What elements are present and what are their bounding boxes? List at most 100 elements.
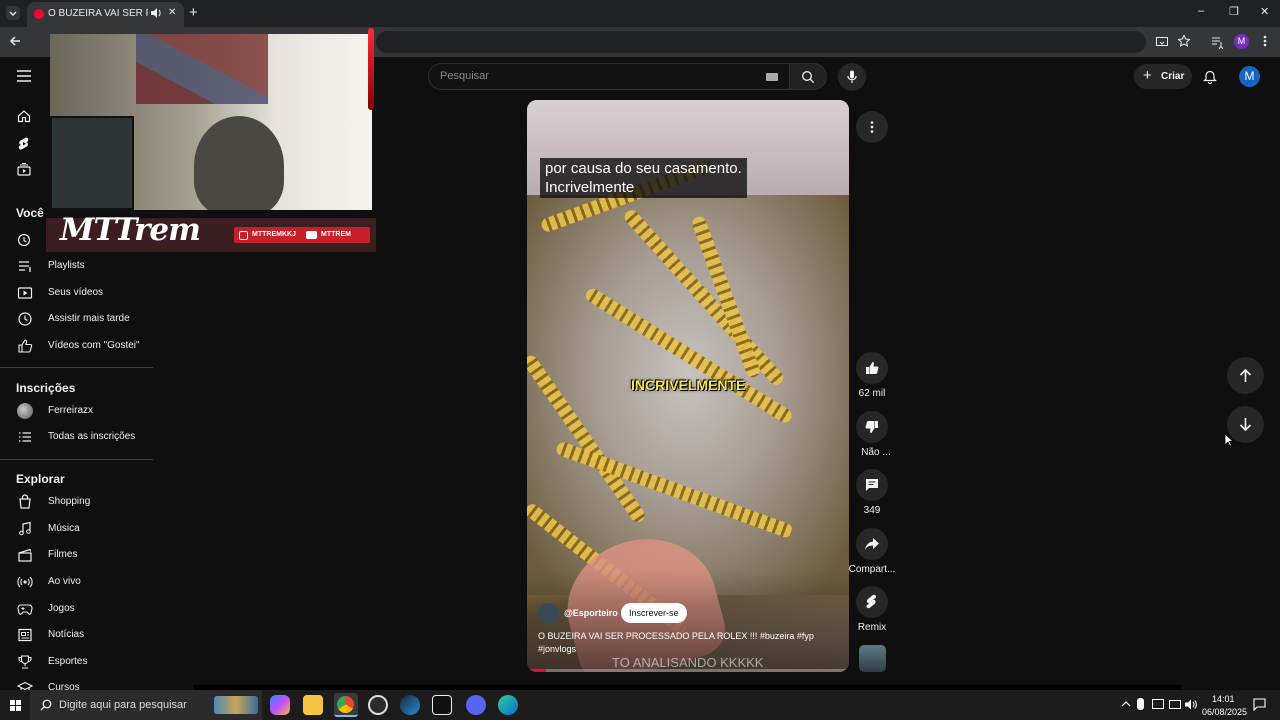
media-control-icon[interactable] — [1210, 35, 1224, 49]
thumbs-up-icon — [18, 339, 33, 353]
taskbar-time[interactable]: 14:01 — [1212, 694, 1235, 704]
subscribe-button[interactable]: Inscrever-se — [621, 603, 687, 623]
taskbar-search-box[interactable]: Digite aqui para pesquisar — [30, 690, 262, 720]
address-bar[interactable] — [376, 31, 1146, 53]
sidebar-shorts-icon[interactable] — [17, 136, 31, 151]
sidebar-subscriptions-icon[interactable] — [17, 163, 31, 176]
sidebar-item-liked-videos[interactable]: Vídeos com "Gostei" — [0, 333, 153, 359]
live-icon — [17, 576, 33, 588]
steam-icon[interactable] — [400, 695, 420, 715]
sidebar-item-label: Ferreirazx — [48, 405, 94, 416]
chrome-icon[interactable] — [334, 693, 358, 717]
copilot-icon[interactable] — [270, 695, 290, 715]
new-tab-button[interactable]: + — [189, 4, 198, 21]
dislike-button[interactable] — [856, 411, 888, 443]
tray-network-icon[interactable] — [1152, 699, 1164, 709]
history-icon[interactable] — [17, 233, 31, 247]
cast-icon[interactable] — [1155, 35, 1169, 49]
trophy-icon — [18, 655, 32, 669]
tab-close-icon[interactable]: ✕ — [168, 7, 176, 18]
comments-button[interactable] — [856, 469, 888, 501]
profile-avatar[interactable]: M — [1234, 34, 1249, 49]
shorts-video-player[interactable]: por causa do seu casamento. Incrivelment… — [527, 100, 849, 672]
like-button[interactable] — [856, 352, 888, 384]
close-window-button[interactable]: ✕ — [1260, 5, 1269, 18]
video-progress-track[interactable] — [527, 669, 849, 672]
windows-start-icon[interactable] — [10, 700, 21, 711]
sidebar-item-live[interactable]: Ao vivo — [0, 569, 153, 595]
back-arrow-icon[interactable] — [8, 34, 22, 48]
search-highlight-icon — [214, 696, 258, 714]
music-icon — [19, 521, 31, 536]
hamburger-menu-icon[interactable] — [17, 70, 31, 82]
sidebar-item-your-videos[interactable]: Seus vídeos — [0, 280, 153, 306]
sidebar-item-playlists[interactable]: Playlists — [0, 253, 153, 279]
channel-avatar[interactable] — [538, 603, 559, 624]
browser-tab-bar: O BUZEIRA VAI SER PROCE ✕ + – ❐ ✕ — [0, 0, 1280, 27]
overlay-handles: MTTREMKKJ MTTREM — [234, 227, 370, 243]
share-label: Compart... — [848, 564, 896, 575]
share-button[interactable] — [856, 528, 888, 560]
sidebar-item-label: Seus vídeos — [48, 287, 104, 298]
sidebar-item-music[interactable]: Música — [0, 516, 153, 542]
thumbs-down-icon — [865, 421, 878, 433]
sidebar-item-games[interactable]: Jogos — [0, 596, 153, 622]
arrow-up-icon — [1239, 368, 1252, 382]
sidebar-item-news[interactable]: Notícias — [0, 622, 153, 648]
youtube-favicon — [34, 9, 44, 19]
voice-search-button[interactable] — [838, 63, 866, 91]
remix-button[interactable] — [856, 586, 888, 618]
channel-name[interactable]: @Esporteiro — [564, 608, 618, 618]
sidebar-item-all-subscriptions[interactable]: Todas as inscrições — [0, 424, 153, 450]
file-explorer-icon[interactable] — [303, 695, 323, 715]
channel-avatar — [17, 403, 33, 419]
share-icon — [865, 538, 879, 550]
tab-search-button[interactable] — [6, 6, 20, 20]
handle-youtube: MTTREM — [321, 231, 351, 238]
browser-tab[interactable]: O BUZEIRA VAI SER PROCE ✕ — [27, 2, 184, 27]
audio-playing-icon[interactable] — [150, 6, 162, 20]
tray-volume-icon[interactable] — [1184, 698, 1197, 711]
edge-icon[interactable] — [498, 695, 518, 715]
arrow-down-icon — [1239, 418, 1252, 432]
minimize-button[interactable]: – — [1198, 5, 1204, 17]
obs-icon[interactable] — [368, 695, 388, 715]
capcut-icon[interactable] — [432, 695, 452, 715]
sidebar-item-ferreirazx[interactable]: Ferreirazx — [0, 398, 153, 424]
browser-menu-icon[interactable] — [1262, 34, 1268, 48]
tray-battery-icon[interactable] — [1169, 700, 1181, 709]
discord-icon[interactable] — [466, 695, 486, 715]
search-placeholder: Pesquisar — [440, 70, 489, 82]
maximize-button[interactable]: ❐ — [1229, 5, 1239, 18]
search-icon — [40, 699, 52, 711]
more-options-button[interactable] — [856, 111, 888, 143]
bookmark-star-icon[interactable] — [1177, 34, 1191, 48]
tray-chevron-icon[interactable] — [1121, 699, 1131, 709]
search-input[interactable]: Pesquisar — [428, 63, 790, 90]
search-button[interactable] — [789, 63, 827, 90]
sidebar-item-shopping[interactable]: Shopping — [0, 489, 153, 515]
video-icon — [17, 287, 33, 299]
keyboard-icon[interactable] — [766, 73, 778, 81]
previous-video-button[interactable] — [1227, 357, 1264, 394]
instagram-icon — [239, 231, 248, 240]
account-avatar[interactable]: M — [1239, 66, 1260, 87]
sidebar-item-sports[interactable]: Esportes — [0, 649, 153, 675]
sidebar-item-movies[interactable]: Filmes — [0, 542, 153, 568]
person-head — [194, 116, 284, 210]
create-button[interactable]: + Criar — [1134, 64, 1192, 89]
video-title[interactable]: O BUZEIRA VAI SER PROCESSADO PELA ROLEX … — [538, 630, 838, 656]
sound-thumbnail[interactable] — [859, 645, 886, 672]
sidebar-home-icon[interactable] — [17, 109, 31, 123]
notification-center-icon[interactable] — [1253, 698, 1266, 711]
sidebar-item-label: Assistir mais tarde — [48, 313, 130, 324]
tray-microphone-icon[interactable] — [1137, 698, 1144, 710]
notifications-bell-icon[interactable] — [1203, 69, 1217, 84]
sidebar-item-label: Esportes — [48, 656, 88, 667]
taskbar-date[interactable]: 06/08/2025 — [1202, 707, 1247, 717]
overlay-banner: MTTrem MTTREMKKJ MTTREM — [46, 212, 376, 252]
thumbs-up-icon — [866, 362, 879, 374]
sidebar-item-watch-later[interactable]: Assistir mais tarde — [0, 306, 153, 332]
taskbar-search-placeholder: Digite aqui para pesquisar — [59, 699, 187, 711]
remix-icon — [866, 594, 877, 609]
